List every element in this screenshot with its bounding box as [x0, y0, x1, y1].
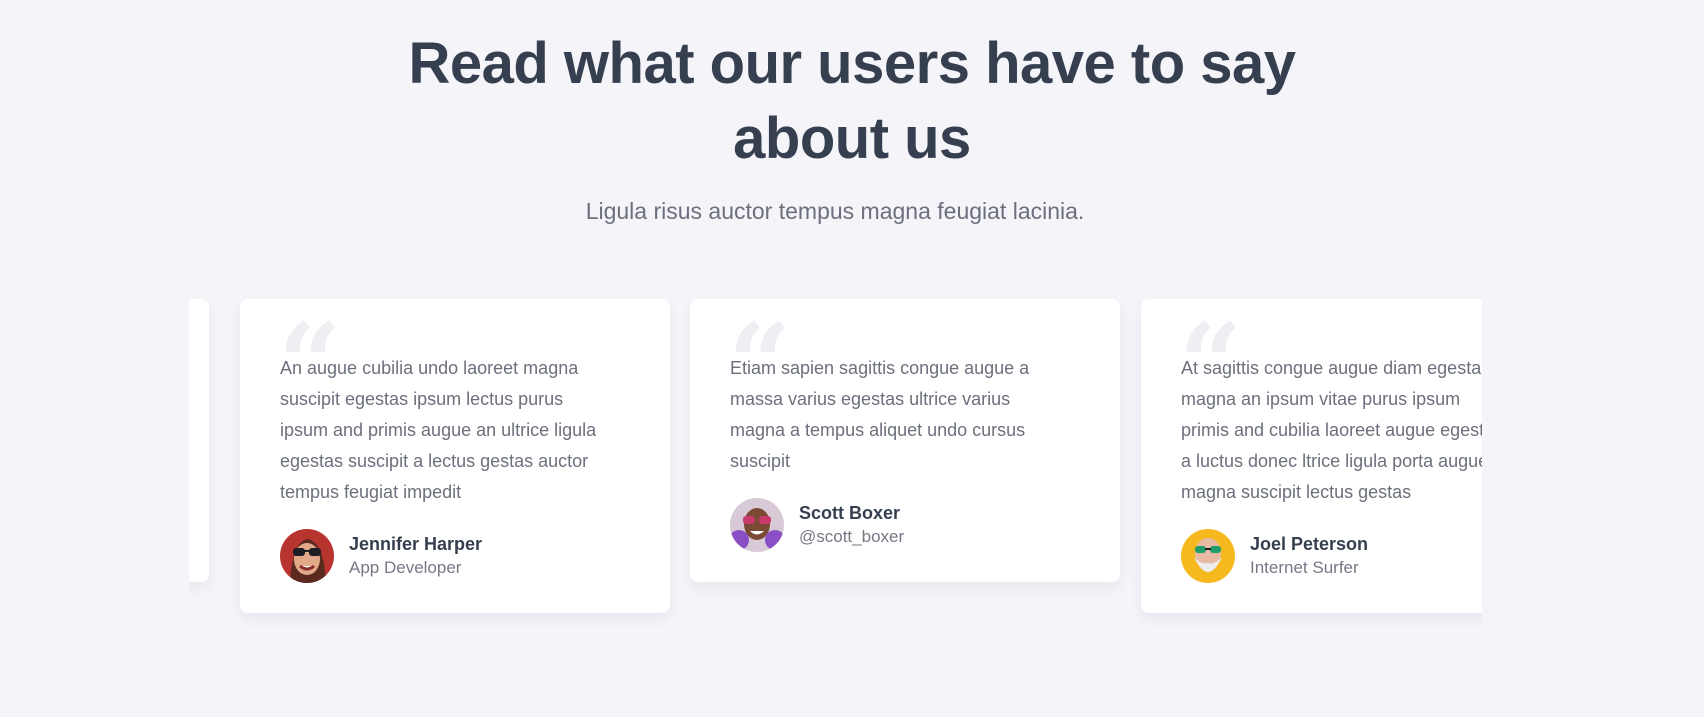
quote-line: magna a tempus aliquet undo cursus — [730, 420, 1026, 440]
testimonial-card-previous[interactable] — [189, 299, 209, 582]
bearded-man-with-green-glasses-avatar-icon — [1181, 529, 1235, 583]
avatar — [730, 498, 784, 552]
testimonial-author: Jennifer Harper App Developer — [280, 529, 482, 583]
quote-line: suscipit egestas ipsum lectus purus — [280, 389, 564, 409]
quote-line: ipsum and primis augue an ultrice ligula — [280, 420, 597, 440]
author-name: Scott Boxer — [799, 503, 901, 523]
testimonial-author: Joel Peterson Internet Surfer — [1181, 529, 1368, 583]
testimonial-card[interactable]: “ Etiam sapien sagittis congue augue a m… — [690, 299, 1120, 582]
testimonial-card[interactable]: “ An augue cubilia undo laoreet magna su… — [240, 299, 670, 613]
testimonial-author: Scott Boxer @scott_boxer — [730, 498, 904, 552]
author-name: Joel Peterson — [1250, 534, 1369, 554]
quote-line: magna suscipit lectus gestas — [1181, 482, 1412, 502]
testimonial-quote: An augue cubilia undo laoreet magna susc… — [280, 353, 640, 508]
quote-line: At sagittis congue augue diam egestas — [1181, 358, 1482, 378]
woman-with-sunglasses-avatar-icon — [280, 529, 334, 583]
testimonial-quote: Etiam sapien sagittis congue augue a mas… — [730, 353, 1090, 477]
section-subtitle: Ligula risus auctor tempus magna feugiat… — [585, 198, 1085, 224]
quote-line: primis and cubilia laoreet augue egestas — [1181, 420, 1482, 440]
testimonial-card[interactable]: “ At sagittis congue augue diam egestas … — [1141, 299, 1482, 613]
section-title-line-2: about us — [733, 106, 971, 171]
author-role: Internet Surfer — [1250, 558, 1359, 577]
quote-line: Etiam sapien sagittis congue augue a — [730, 358, 1030, 378]
section-title: Read what our users have to say about us — [0, 26, 1704, 176]
author-name: Jennifer Harper — [349, 534, 483, 554]
section-title-line-1: Read what our users have to say — [408, 31, 1296, 96]
quote-line: An augue cubilia undo laoreet magna — [280, 358, 579, 378]
author-handle: @scott_boxer — [799, 527, 905, 546]
testimonial-quote: At sagittis congue augue diam egestas ma… — [1181, 353, 1482, 508]
quote-line: massa varius egestas ultrice varius — [730, 389, 1011, 409]
quote-line: tempus feugiat impedit — [280, 482, 462, 502]
quote-line: suscipit — [730, 451, 791, 471]
quote-line: egestas suscipit a lectus gestas auctor — [280, 451, 589, 471]
avatar — [1181, 529, 1235, 583]
quote-line: magna an ipsum vitae purus ipsum — [1181, 389, 1461, 409]
man-with-purple-gloves-avatar-icon — [730, 498, 784, 552]
testimonials-section: Read what our users have to say about us… — [0, 0, 1704, 717]
testimonials-carousel[interactable]: “ An augue cubilia undo laoreet magna su… — [189, 299, 1482, 629]
author-role: App Developer — [349, 558, 462, 577]
quote-line: a luctus donec ltrice ligula porta augue — [1181, 451, 1482, 471]
avatar — [280, 529, 334, 583]
